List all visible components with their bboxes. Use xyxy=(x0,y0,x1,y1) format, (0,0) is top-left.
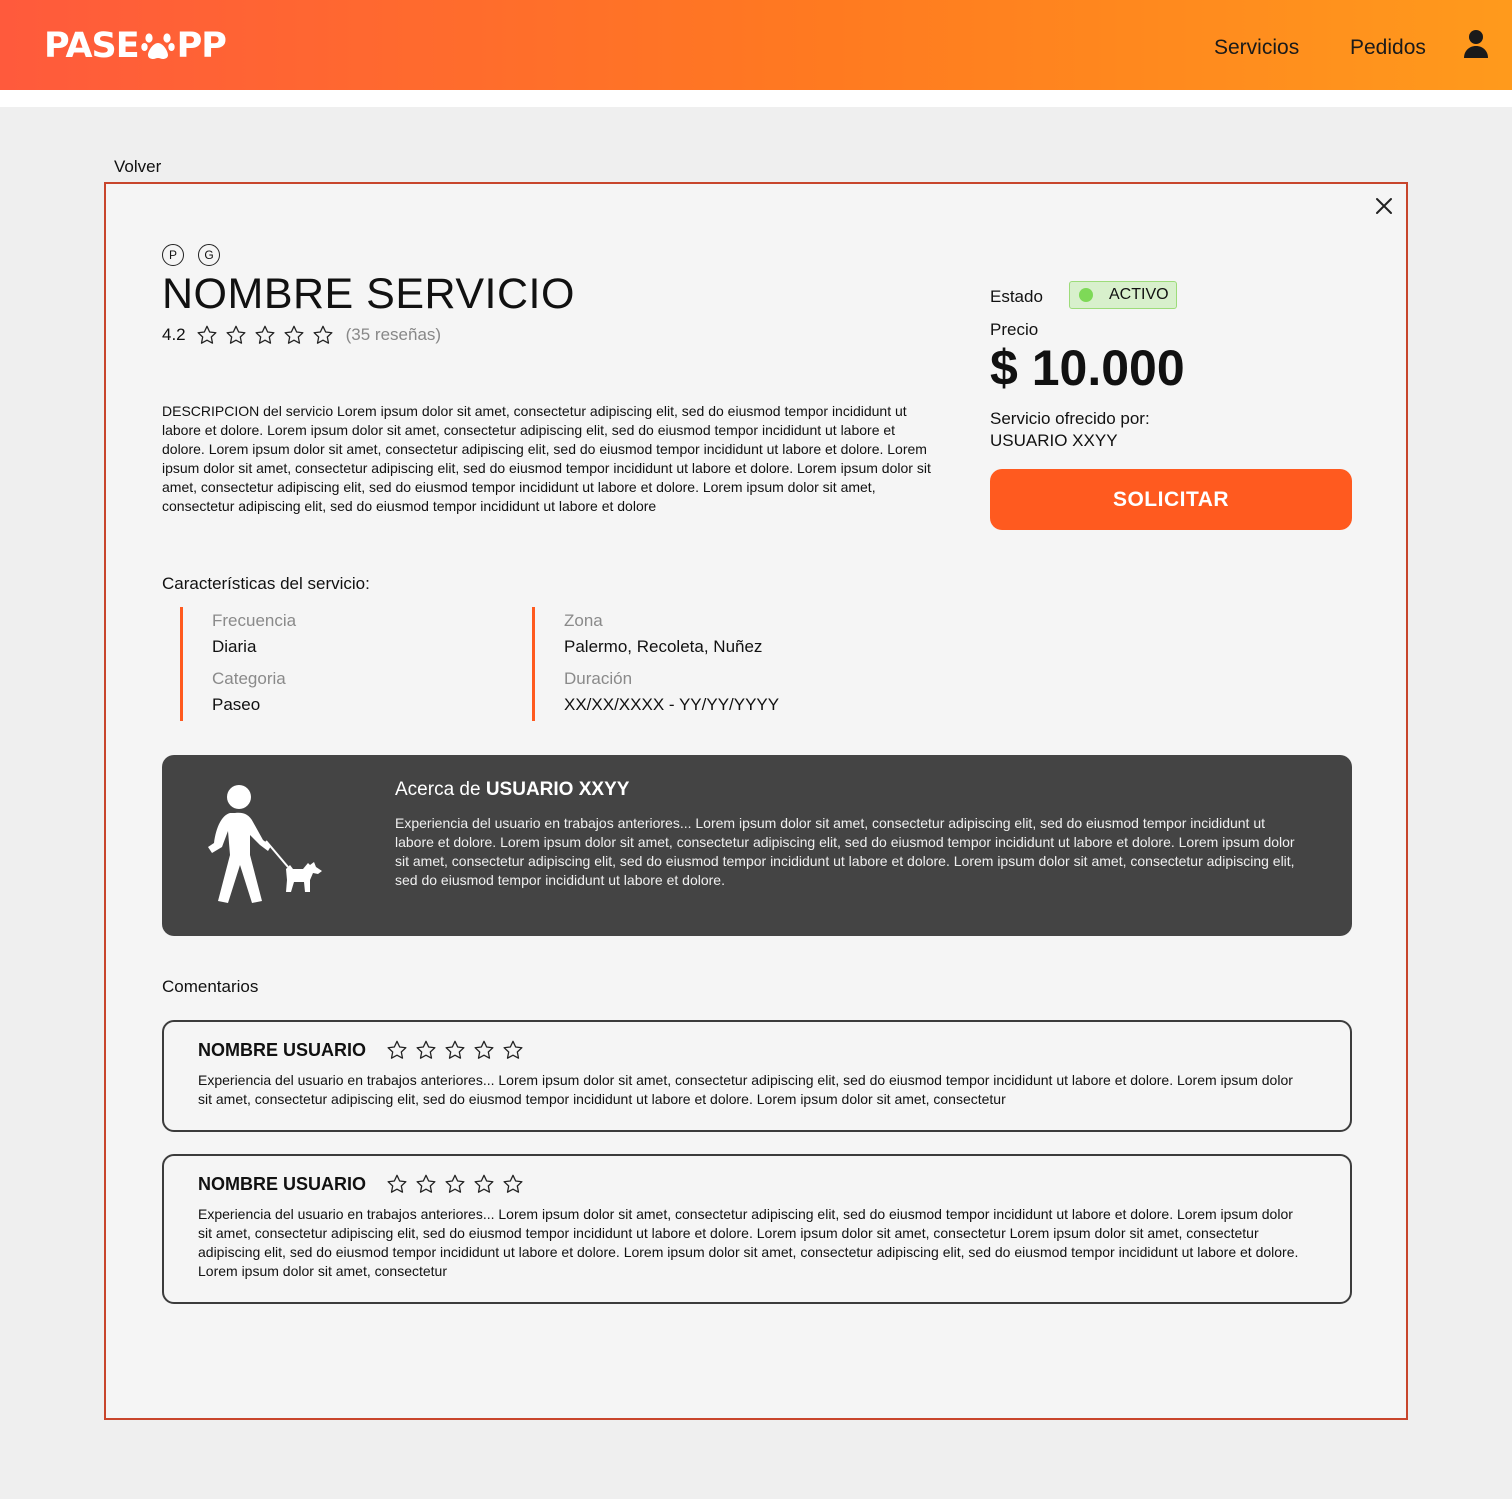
header-divider xyxy=(0,90,1512,107)
badge-g: G xyxy=(198,244,220,266)
service-title: NOMBRE SERVICIO xyxy=(162,270,575,318)
star-icon xyxy=(283,324,305,346)
rating-value: 4.2 xyxy=(162,325,186,344)
comment-text: Experiencia del usuario en trabajos ante… xyxy=(198,1206,1299,1279)
feature-label: Zona xyxy=(564,611,603,630)
status-dot-icon xyxy=(1079,288,1093,302)
dog-walker-icon xyxy=(208,785,322,903)
estado-label: Estado xyxy=(990,287,1043,306)
service-rating: 4.2 (35 reseñas) xyxy=(162,324,441,346)
about-user-panel: Acerca de USUARIO XXYY Experiencia del u… xyxy=(162,755,1352,936)
nav-servicios[interactable]: Servicios xyxy=(1214,36,1299,60)
comment-stars xyxy=(386,1039,524,1061)
solicitar-button[interactable]: SOLICITAR xyxy=(990,469,1352,530)
close-icon[interactable] xyxy=(1372,194,1396,218)
app-logo[interactable]: PASE PP xyxy=(44,24,227,68)
comments-title: Comentarios xyxy=(162,977,259,996)
top-header: PASE PP Servicios Pedidos xyxy=(0,0,1512,90)
feature-value: Palermo, Recoleta, Nuñez xyxy=(564,637,763,656)
logo-text-left: PASE xyxy=(44,26,140,66)
characteristics-col-2: Zona Palermo, Recoleta, Nuñez Duración X… xyxy=(532,607,779,721)
comment-card: NOMBRE USUARIO Experiencia del usuario e… xyxy=(162,1154,1352,1304)
characteristics-col-1: Frecuencia Diaria Categoria Paseo xyxy=(180,607,296,721)
star-icon xyxy=(444,1173,466,1195)
comment-text: Experiencia del usuario en trabajos ante… xyxy=(198,1072,1293,1107)
offered-by: Servicio ofrecido por: USUARIO XXYY xyxy=(990,408,1150,452)
rating-stars xyxy=(196,324,334,346)
star-icon xyxy=(473,1039,495,1061)
about-prefix: Acerca de xyxy=(395,779,481,800)
feature-label: Frecuencia xyxy=(212,611,297,630)
star-icon xyxy=(473,1173,495,1195)
comment-author: NOMBRE USUARIO xyxy=(198,1039,367,1060)
service-description: DESCRIPCION del servicio Lorem ipsum dol… xyxy=(162,403,931,514)
logo-text-right: PP xyxy=(176,26,227,66)
comment-stars xyxy=(386,1173,524,1195)
status-text: ACTIVO xyxy=(1109,286,1169,303)
badge-p: P xyxy=(162,244,184,266)
star-icon xyxy=(415,1173,437,1195)
star-icon xyxy=(254,324,276,346)
service-price: $ 10.000 xyxy=(990,340,1185,396)
reviews-count[interactable]: (35 reseñas) xyxy=(346,325,441,345)
star-icon xyxy=(415,1039,437,1061)
about-title: Acerca de USUARIO XXYY xyxy=(395,779,629,801)
star-icon xyxy=(386,1039,408,1061)
characteristics-title: Características del servicio: xyxy=(162,574,370,593)
comment-header: NOMBRE USUARIO xyxy=(198,1173,524,1195)
back-link[interactable]: Volver xyxy=(114,157,161,177)
feature-label: Duración xyxy=(564,669,633,688)
star-icon xyxy=(502,1039,524,1061)
precio-label: Precio xyxy=(990,320,1039,339)
feature-label: Categoria xyxy=(212,669,286,688)
offered-by-user[interactable]: USUARIO XXYY xyxy=(990,430,1150,452)
feature-value: XX/XX/XXXX - YY/YY/YYYY xyxy=(564,695,780,714)
star-icon xyxy=(444,1039,466,1061)
status-badge: ACTIVO xyxy=(1069,281,1177,309)
star-icon xyxy=(196,324,218,346)
offered-by-label: Servicio ofrecido por: xyxy=(990,409,1150,428)
about-user: USUARIO XXYY xyxy=(485,779,630,800)
star-icon xyxy=(502,1173,524,1195)
star-icon xyxy=(225,324,247,346)
service-detail-card: P G NOMBRE SERVICIO 4.2 (35 reseñas) DES… xyxy=(104,182,1408,1420)
nav-pedidos[interactable]: Pedidos xyxy=(1350,36,1426,60)
paw-icon xyxy=(140,33,175,59)
user-icon[interactable] xyxy=(1462,28,1490,60)
comment-card: NOMBRE USUARIO Experiencia del usuario e… xyxy=(162,1020,1352,1132)
feature-value: Diaria xyxy=(212,637,257,656)
star-icon xyxy=(386,1173,408,1195)
comment-author: NOMBRE USUARIO xyxy=(198,1173,367,1194)
star-icon xyxy=(312,324,334,346)
feature-value: Paseo xyxy=(212,695,261,714)
about-text: Experiencia del usuario en trabajos ante… xyxy=(395,815,1295,888)
service-badges: P G xyxy=(162,244,220,266)
comment-header: NOMBRE USUARIO xyxy=(198,1039,524,1061)
